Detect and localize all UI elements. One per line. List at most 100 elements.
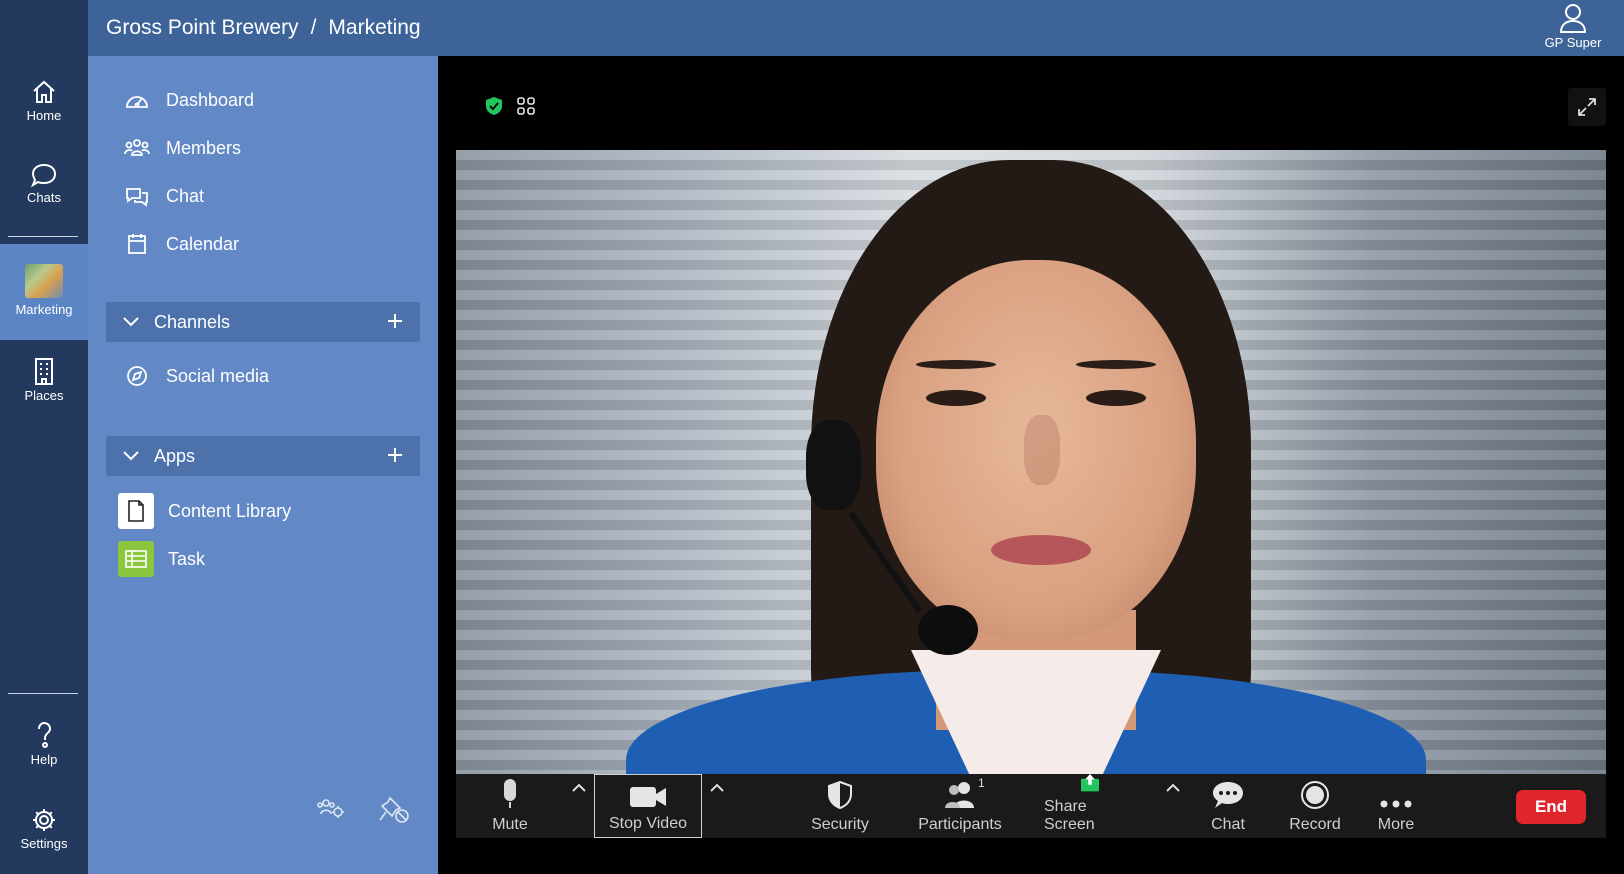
breadcrumb: Gross Point Brewery / Marketing (106, 16, 421, 40)
rail-label-help: Help (30, 752, 58, 767)
sidebar-item-label: Dashboard (166, 89, 255, 110)
share-screen-label: Share Screen (1044, 798, 1095, 833)
gear-icon (33, 809, 55, 831)
sidebar-item-members[interactable]: Members (124, 131, 241, 165)
headset-mic (918, 605, 978, 655)
expand-icon (1578, 98, 1596, 116)
rail-divider-bottom (8, 693, 78, 694)
breadcrumb-separator: / (310, 16, 317, 39)
shield-icon (828, 780, 852, 810)
rail-item-home[interactable]: Home (0, 78, 88, 123)
breadcrumb-space[interactable]: Marketing (328, 16, 420, 39)
security-button[interactable]: Security (804, 774, 876, 838)
user-icon (1559, 4, 1587, 33)
app-label: Task (168, 548, 206, 569)
members-settings-icon[interactable] (316, 796, 346, 820)
sidebar-item-label: Calendar (166, 233, 240, 254)
record-button[interactable]: Record (1282, 774, 1348, 838)
rail-item-marketing[interactable]: Marketing (0, 244, 88, 340)
participants-count-badge: 1 (978, 776, 985, 790)
rail-item-settings[interactable]: Settings (0, 806, 88, 851)
stop-video-label: Stop Video (609, 815, 687, 832)
mute-button[interactable]: Mute (478, 774, 542, 838)
building-icon (35, 358, 53, 385)
breadcrumb-org[interactable]: Gross Point Brewery (106, 16, 299, 39)
person-lips (991, 535, 1091, 565)
more-dots-icon (1380, 800, 1412, 808)
audio-options-caret-icon[interactable] (570, 782, 588, 794)
person-brow-right (1076, 360, 1156, 369)
mute-label: Mute (492, 816, 528, 833)
app-item-task[interactable]: Task (118, 540, 205, 578)
fullscreen-button[interactable] (1568, 88, 1606, 126)
headset-earcup (806, 420, 861, 510)
add-channel-icon[interactable] (384, 310, 406, 332)
participants-label: Participants (918, 816, 1002, 833)
top-bar: Gross Point Brewery / Marketing GP Super (88, 0, 1624, 56)
microphone-icon (504, 779, 516, 808)
secure-shield-icon[interactable] (484, 96, 504, 116)
participants-icon (945, 782, 974, 808)
user-name: GP Super (1544, 35, 1602, 50)
channels-label: Channels (154, 311, 231, 332)
sidebar-item-calendar[interactable]: Calendar (124, 227, 239, 261)
person-nose (1024, 415, 1060, 485)
security-label: Security (811, 816, 869, 833)
chevron-down-icon (123, 451, 139, 461)
channels-section-header[interactable]: Channels (106, 302, 420, 342)
chat-button[interactable]: Chat (1196, 774, 1260, 838)
rail-label-places: Places (24, 388, 64, 403)
home-icon (33, 80, 55, 103)
sidebar: Dashboard Members Chat Calendar Channels… (88, 56, 438, 874)
share-screen-button[interactable]: Share Screen (1044, 774, 1136, 838)
video-camera-icon (630, 787, 666, 807)
video-options-caret-icon[interactable] (708, 782, 726, 794)
rail-label-chats: Chats (27, 190, 61, 205)
rail-label-home: Home (26, 108, 62, 123)
app-item-content-library[interactable]: Content Library (118, 492, 291, 530)
meeting-top-icons (484, 96, 536, 116)
chat-bubble-icon (30, 163, 57, 188)
channel-label: Social media (166, 365, 270, 386)
more-button[interactable]: More (1366, 774, 1426, 838)
meeting-panel: Mute Stop Video Security Participants 1 … (438, 56, 1624, 874)
sidebar-item-chat[interactable]: Chat (124, 179, 204, 213)
user-menu[interactable]: GP Super (1538, 2, 1608, 50)
person-eye-right (1086, 390, 1146, 406)
sidebar-item-dashboard[interactable]: Dashboard (124, 83, 254, 117)
sidebar-item-label: Members (166, 137, 242, 158)
rail-label-settings: Settings (20, 836, 68, 851)
rail-item-places[interactable]: Places (0, 356, 88, 403)
add-app-icon[interactable] (384, 444, 406, 466)
app-root: Home Chats Marketing Places Help Setting… (0, 0, 1624, 874)
rail-item-help[interactable]: Help (0, 720, 88, 767)
record-icon (1301, 781, 1329, 809)
task-icon (118, 541, 154, 577)
person-brow-left (916, 360, 996, 369)
share-screen-icon (1081, 774, 1099, 792)
rail-item-chats[interactable]: Chats (0, 162, 88, 205)
members-icon (124, 139, 150, 156)
end-meeting-button[interactable]: End (1516, 790, 1586, 824)
record-label: Record (1289, 816, 1341, 833)
app-label: Content Library (168, 500, 292, 521)
rail-label-marketing: Marketing (15, 302, 73, 317)
chat-speech-icon (1213, 782, 1243, 808)
apps-section-header[interactable]: Apps (106, 436, 420, 476)
channel-item-social-media[interactable]: Social media (124, 359, 269, 393)
help-icon (38, 721, 52, 748)
sidebar-item-label: Chat (166, 185, 205, 206)
person-eye-left (926, 390, 986, 406)
gallery-view-icon[interactable] (516, 96, 536, 116)
participants-button[interactable]: Participants (916, 774, 1004, 838)
chat-label: Chat (1211, 816, 1245, 833)
calendar-icon (128, 234, 146, 254)
chevron-down-icon (123, 317, 139, 327)
rail-divider (8, 236, 78, 237)
participant-video (456, 150, 1606, 800)
stop-video-button[interactable]: Stop Video (594, 774, 702, 838)
meeting-toolbar: Mute Stop Video Security Participants 1 … (456, 774, 1606, 838)
unpin-icon[interactable] (378, 794, 412, 826)
workspace-avatar (25, 264, 63, 298)
share-options-caret-icon[interactable] (1164, 782, 1182, 794)
